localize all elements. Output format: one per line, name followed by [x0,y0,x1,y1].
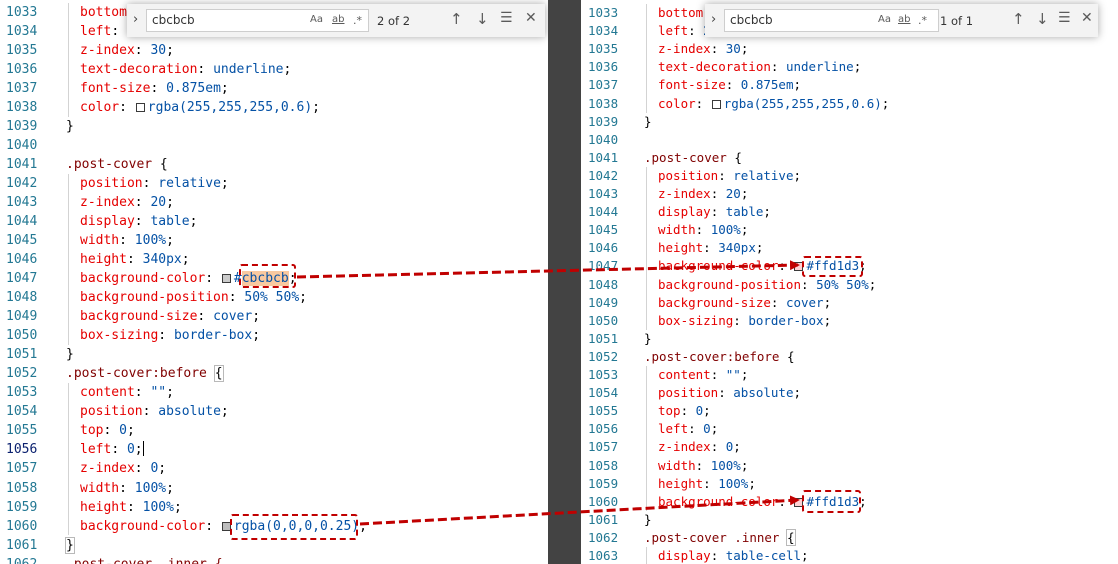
arrow-1060 [359,495,800,526]
arrow-1047 [296,260,800,279]
annotation-arrows [296,260,800,526]
